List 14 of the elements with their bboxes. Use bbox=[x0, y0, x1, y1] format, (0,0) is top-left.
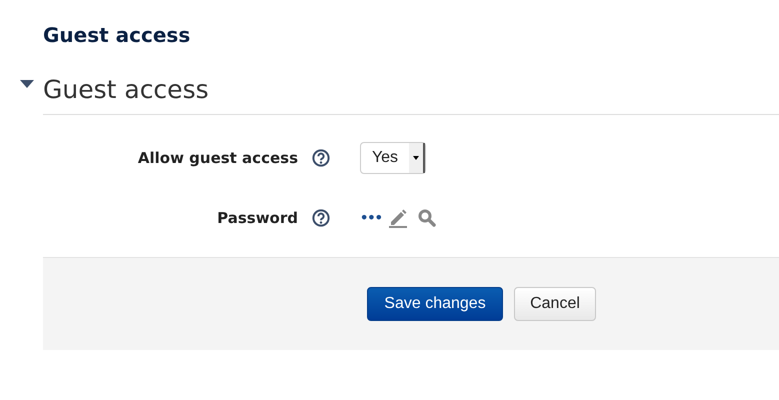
field-label: Password bbox=[216, 209, 298, 227]
caret-down-icon[interactable] bbox=[20, 80, 34, 90]
search-icon[interactable] bbox=[418, 209, 436, 227]
cancel-button[interactable]: Cancel bbox=[514, 287, 596, 321]
pencil-icon[interactable] bbox=[388, 208, 408, 228]
field-label: Allow guest access bbox=[136, 149, 298, 167]
password-value: ••• bbox=[360, 210, 382, 226]
select-field[interactable]: Yes bbox=[360, 142, 426, 174]
page-title: Guest access bbox=[43, 22, 192, 48]
caret-down-icon bbox=[409, 143, 425, 173]
section-title[interactable]: Guest access bbox=[43, 75, 209, 105]
save-button[interactable]: Save changes bbox=[367, 287, 503, 321]
help-icon[interactable] bbox=[312, 209, 330, 227]
help-icon[interactable] bbox=[312, 149, 330, 167]
